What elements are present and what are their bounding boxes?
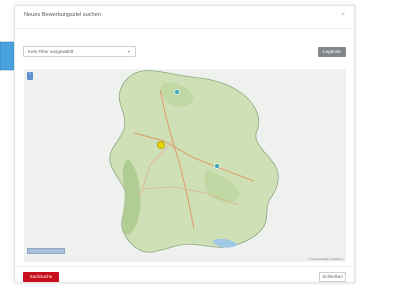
map-marker-east[interactable] (214, 163, 220, 169)
legend-button[interactable]: Legende (318, 47, 346, 57)
modal-header: Neues Bewerbungsziel suchen × (15, 6, 354, 29)
modal-title: Neues Bewerbungsziel suchen (24, 12, 101, 18)
map-scale-bar (27, 248, 65, 254)
map-marker-north[interactable] (174, 89, 180, 95)
filter-select-value: Kein Filter ausgewählt (28, 49, 74, 54)
close-button[interactable]: Schließen (319, 272, 346, 282)
suchsuche-button[interactable]: Suchsuche (23, 272, 59, 282)
close-icon[interactable]: × (341, 11, 345, 18)
map-marker-selected[interactable] (157, 141, 165, 149)
map-attribution: © OpenStreetMap contributors (307, 258, 343, 261)
filter-select[interactable]: Kein Filter ausgewählt ▾ (23, 46, 136, 57)
chevron-down-icon: ▾ (127, 49, 130, 54)
modal-footer: Suchsuche Schließen (15, 266, 354, 285)
search-goal-modal: Neues Bewerbungsziel suchen × Kein Filte… (14, 5, 355, 283)
zoom-in-button[interactable]: + (27, 72, 33, 80)
map-canvas[interactable] (24, 69, 346, 262)
map-view[interactable]: + © OpenStreetMap contributors (24, 69, 346, 262)
